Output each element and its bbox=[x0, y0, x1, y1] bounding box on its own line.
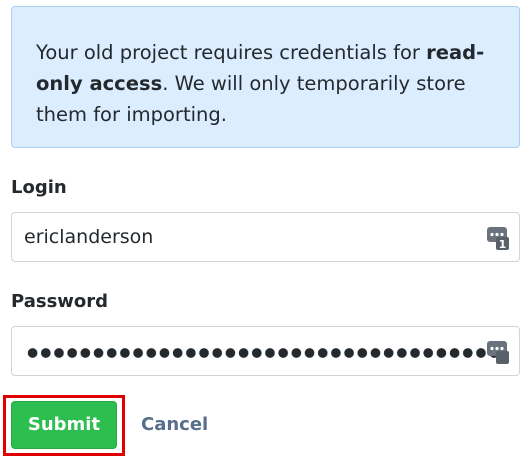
credentials-notice: Your old project requires credentials fo… bbox=[11, 6, 520, 148]
cancel-link[interactable]: Cancel bbox=[141, 414, 208, 435]
notice-text: Your old project requires credentials fo… bbox=[36, 41, 427, 64]
password-manager-icon[interactable]: 1 bbox=[487, 225, 509, 251]
password-mask bbox=[26, 347, 500, 359]
svg-text:1: 1 bbox=[499, 238, 507, 251]
login-field[interactable]: ericlanderson 1 bbox=[11, 212, 520, 262]
login-value: ericlanderson bbox=[24, 226, 154, 248]
login-label: Login bbox=[11, 177, 67, 198]
password-label: Password bbox=[11, 291, 109, 312]
password-manager-icon[interactable] bbox=[487, 339, 509, 365]
submit-button[interactable]: Submit bbox=[11, 401, 117, 449]
password-field[interactable] bbox=[11, 326, 520, 376]
